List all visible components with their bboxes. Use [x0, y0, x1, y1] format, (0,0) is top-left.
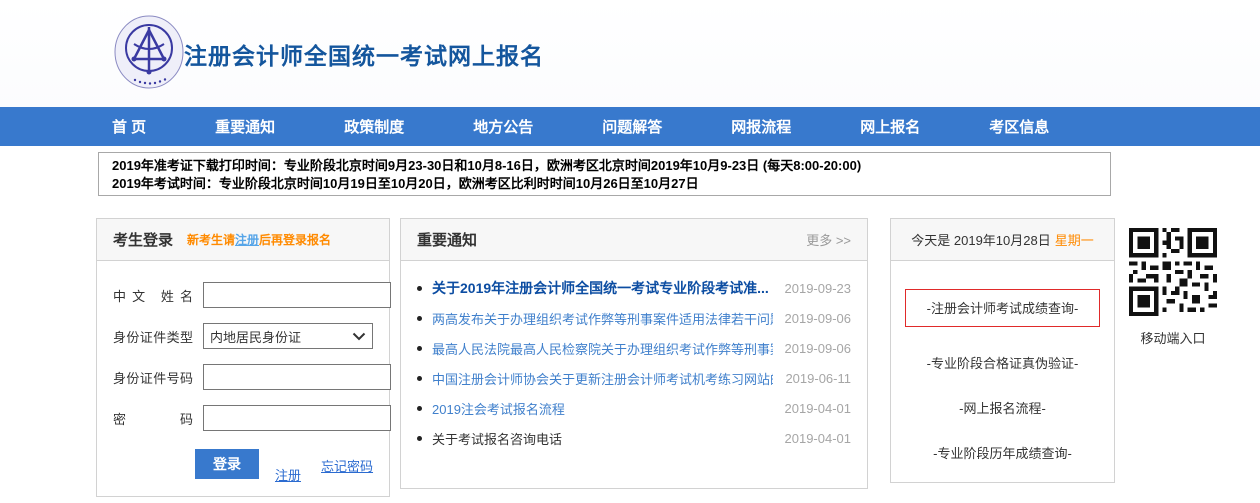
important-notices-panel: 重要通知 更多 >> 关于2019年注册会计师全国统一考试专业阶段考试准... … [400, 218, 868, 489]
login-panel-header: 考生登录 新考生请注册后再登录报名 [97, 219, 389, 261]
quick-links: -注册会计师考试成绩查询- -专业阶段合格证真伪验证- -网上报名流程- -专业… [891, 261, 1114, 462]
notice-link[interactable]: 2019注会考试报名流程 [432, 399, 773, 418]
hint-suffix: 后再登录报名 [259, 233, 331, 247]
bullet-icon [417, 286, 422, 291]
name-label: 中文 姓名 [113, 286, 193, 305]
new-candidate-hint: 新考生请注册后再登录报名 [187, 231, 331, 248]
id-type-label: 身份证件类型 [113, 327, 193, 346]
schedule-line-1: 2019年准考证下载打印时间：专业阶段北京时间9月23-30日和10月8-16日… [112, 157, 1097, 175]
page-title: 注册会计师全国统一考试网上报名 [184, 37, 544, 71]
qr-code-icon [1129, 228, 1217, 316]
certificate-verification-link[interactable]: -专业阶段合格证真伪验证- [927, 353, 1079, 372]
id-type-selected-value: 内地居民身份证 [210, 327, 301, 346]
notice-date: 2019-09-06 [785, 311, 852, 326]
notice-list: 关于2019年注册会计师全国统一考试专业阶段考试准... 2019-09-23 … [401, 261, 867, 453]
today-weekday: 星期一 [1055, 230, 1094, 249]
forgot-password-link[interactable]: 忘记密码 [321, 456, 373, 475]
id-number-row: 身份证件号码 [113, 364, 373, 390]
today-date: 今天是 2019年10月28日 [911, 230, 1050, 249]
list-item: 2019注会考试报名流程 2019-04-01 [417, 393, 851, 423]
today-header: 今天是 2019年10月28日 星期一 [891, 219, 1114, 261]
notice-date: 2019-06-11 [785, 371, 851, 386]
bullet-icon [417, 346, 422, 351]
register-hint-link[interactable]: 注册 [235, 233, 259, 247]
score-query-link[interactable]: -注册会计师考试成绩查询- [927, 301, 1079, 316]
password-input[interactable] [203, 405, 391, 431]
list-item: 最高人民法院最高人民检察院关于办理组织考试作弊等刑事案件... 2019-09-… [417, 333, 851, 363]
exam-schedule-banner: 2019年准考证下载打印时间：专业阶段北京时间9月23-30日和10月8-16日… [98, 152, 1111, 196]
list-item: 两高发布关于办理组织考试作弊等刑事案件适用法律若干问题的... 2019-09-… [417, 303, 851, 333]
id-number-label: 身份证件号码 [113, 368, 193, 387]
nav-item-home[interactable]: 首 页 [112, 116, 146, 137]
notices-panel-header: 重要通知 更多 >> [401, 219, 867, 261]
id-type-select[interactable]: 内地居民身份证 [203, 323, 373, 349]
notice-date: 2019-09-06 [785, 341, 852, 356]
login-button[interactable]: 登录 [195, 449, 259, 479]
password-label: 密 码 [113, 409, 193, 428]
nav-item-exam-area-info[interactable]: 考区信息 [989, 116, 1049, 137]
main-nav: 首 页 重要通知 政策制度 地方公告 问题解答 网报流程 网上报名 考区信息 [0, 107, 1260, 146]
list-item: 关于考试报名咨询电话 2019-04-01 [417, 423, 851, 453]
nav-item-local-announcements[interactable]: 地方公告 [473, 116, 533, 137]
notice-date: 2019-04-01 [785, 401, 852, 416]
nav-item-online-registration[interactable]: 网上报名 [860, 116, 920, 137]
notice-link[interactable]: 关于考试报名咨询电话 [432, 429, 773, 448]
password-row: 密 码 [113, 405, 373, 431]
mobile-entry: 移动端入口 [1128, 228, 1218, 347]
list-item: 关于2019年注册会计师全国统一考试专业阶段考试准... 2019-09-23 [417, 273, 851, 303]
id-type-row: 身份证件类型 内地居民身份证 [113, 323, 373, 349]
notices-title: 重要通知 [417, 229, 477, 250]
notice-date: 2019-09-23 [785, 281, 852, 296]
nav-item-policies[interactable]: 政策制度 [344, 116, 404, 137]
notice-link[interactable]: 中国注册会计师协会关于更新注册会计师考试机考练习网站的公... [432, 369, 773, 388]
bullet-icon [417, 406, 422, 411]
historical-score-query-link[interactable]: -专业阶段历年成绩查询- [933, 443, 1072, 462]
nav-item-faq[interactable]: 问题解答 [602, 116, 662, 137]
registration-process-link[interactable]: -网上报名流程- [959, 398, 1046, 417]
score-query-highlight-box: -注册会计师考试成绩查询- [905, 289, 1100, 327]
id-number-input[interactable] [203, 364, 391, 390]
candidate-login-panel: 考生登录 新考生请注册后再登录报名 中文 姓名 身份证件类型 内地居民身份证 身… [96, 218, 390, 497]
login-actions-row: 登录 注册 忘记密码 [195, 449, 373, 484]
schedule-line-2: 2019年考试时间：专业阶段北京时间10月19日至10月20日，欧洲考区比利时时… [112, 175, 1097, 193]
site-header: 注册会计师全国统一考试网上报名 [0, 0, 1260, 107]
more-link[interactable]: 更多 >> [806, 230, 851, 249]
notice-date: 2019-04-01 [785, 431, 852, 446]
today-panel: 今天是 2019年10月28日 星期一 -注册会计师考试成绩查询- -专业阶段合… [890, 218, 1115, 483]
chinese-name-input[interactable] [203, 282, 391, 308]
hint-prefix: 新考生请 [187, 233, 235, 247]
notice-link[interactable]: 关于2019年注册会计师全国统一考试专业阶段考试准... [432, 278, 773, 298]
nav-item-important-notices[interactable]: 重要通知 [215, 116, 275, 137]
login-title: 考生登录 [113, 229, 173, 250]
bullet-icon [417, 376, 422, 381]
bullet-icon [417, 316, 422, 321]
name-row: 中文 姓名 [113, 282, 373, 308]
chevron-down-icon [352, 332, 366, 341]
bullet-icon [417, 436, 422, 441]
notice-link[interactable]: 最高人民法院最高人民检察院关于办理组织考试作弊等刑事案件... [432, 339, 773, 358]
list-item: 中国注册会计师协会关于更新注册会计师考试机考练习网站的公... 2019-06-… [417, 363, 851, 393]
nav-item-registration-process[interactable]: 网报流程 [731, 116, 791, 137]
notice-link[interactable]: 两高发布关于办理组织考试作弊等刑事案件适用法律若干问题的... [432, 309, 773, 328]
cicpa-logo-icon [113, 14, 185, 90]
mobile-entry-label: 移动端入口 [1128, 328, 1218, 347]
register-link[interactable]: 注册 [275, 465, 301, 484]
